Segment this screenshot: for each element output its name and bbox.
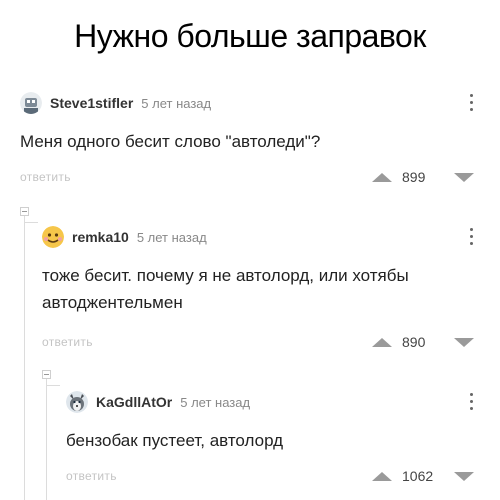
comment: remka10 5 лет назад тоже бесит. почему я… (42, 224, 474, 350)
downvote-arrow-icon[interactable] (454, 471, 474, 481)
comment-time: 5 лет назад (180, 394, 251, 410)
comment-text: бензобак пустеет, автолорд (66, 431, 284, 450)
collapse-thread-button[interactable] (20, 207, 29, 216)
comment-header: remka10 5 лет назад (42, 224, 474, 250)
emoji-face-avatar-icon[interactable] (42, 226, 64, 248)
comment-footer: ответить 1062 (66, 468, 474, 484)
comment-time: 5 лет назад (141, 95, 212, 111)
comment-text: Меня одного бесит слово "автоледи"? (20, 132, 321, 151)
husky-avatar-icon[interactable] (66, 391, 88, 413)
vote-score: 899 (402, 169, 426, 185)
vote-score: 1062 (402, 468, 434, 484)
vote-controls: 1062 (372, 468, 474, 484)
reply-button[interactable]: ответить (20, 170, 71, 184)
post-title: Нужно больше заправок (74, 18, 426, 54)
comment-footer: ответить 899 (20, 169, 474, 185)
upvote-arrow-icon[interactable] (372, 172, 392, 182)
thread-connector (46, 385, 60, 386)
thread-connector (24, 222, 38, 223)
comment-text: тоже бесит. почему я не автолорд, или хо… (42, 266, 409, 312)
robot-avatar-icon[interactable] (20, 92, 42, 114)
comment-header: Steve1stifler 5 лет назад (20, 90, 474, 116)
reply-button[interactable]: ответить (66, 469, 117, 483)
comment: Steve1stifler 5 лет назад Меня одного бе… (20, 90, 474, 185)
more-options-icon[interactable] (468, 393, 474, 413)
upvote-arrow-icon[interactable] (372, 471, 392, 481)
thread-line-level-2 (46, 375, 47, 500)
thread-line-level-1 (24, 212, 25, 500)
username[interactable]: KaGdllAtOr (96, 394, 172, 410)
vote-controls: 899 (372, 169, 474, 185)
more-options-icon[interactable] (468, 228, 474, 248)
comment-time: 5 лет назад (136, 229, 207, 245)
vote-controls: 890 (372, 334, 474, 350)
username[interactable]: Steve1stifler (50, 95, 133, 111)
vote-score: 890 (402, 334, 426, 350)
downvote-arrow-icon[interactable] (454, 337, 474, 347)
comment-header: KaGdllAtOr 5 лет назад (66, 389, 474, 415)
reply-button[interactable]: ответить (42, 335, 93, 349)
comment-footer: ответить 890 (42, 334, 474, 350)
collapse-thread-button[interactable] (42, 370, 51, 379)
downvote-arrow-icon[interactable] (454, 172, 474, 182)
more-options-icon[interactable] (468, 94, 474, 114)
comment: KaGdllAtOr 5 лет назад бензобак пустеет,… (66, 389, 474, 484)
upvote-arrow-icon[interactable] (372, 337, 392, 347)
username[interactable]: remka10 (72, 229, 129, 245)
